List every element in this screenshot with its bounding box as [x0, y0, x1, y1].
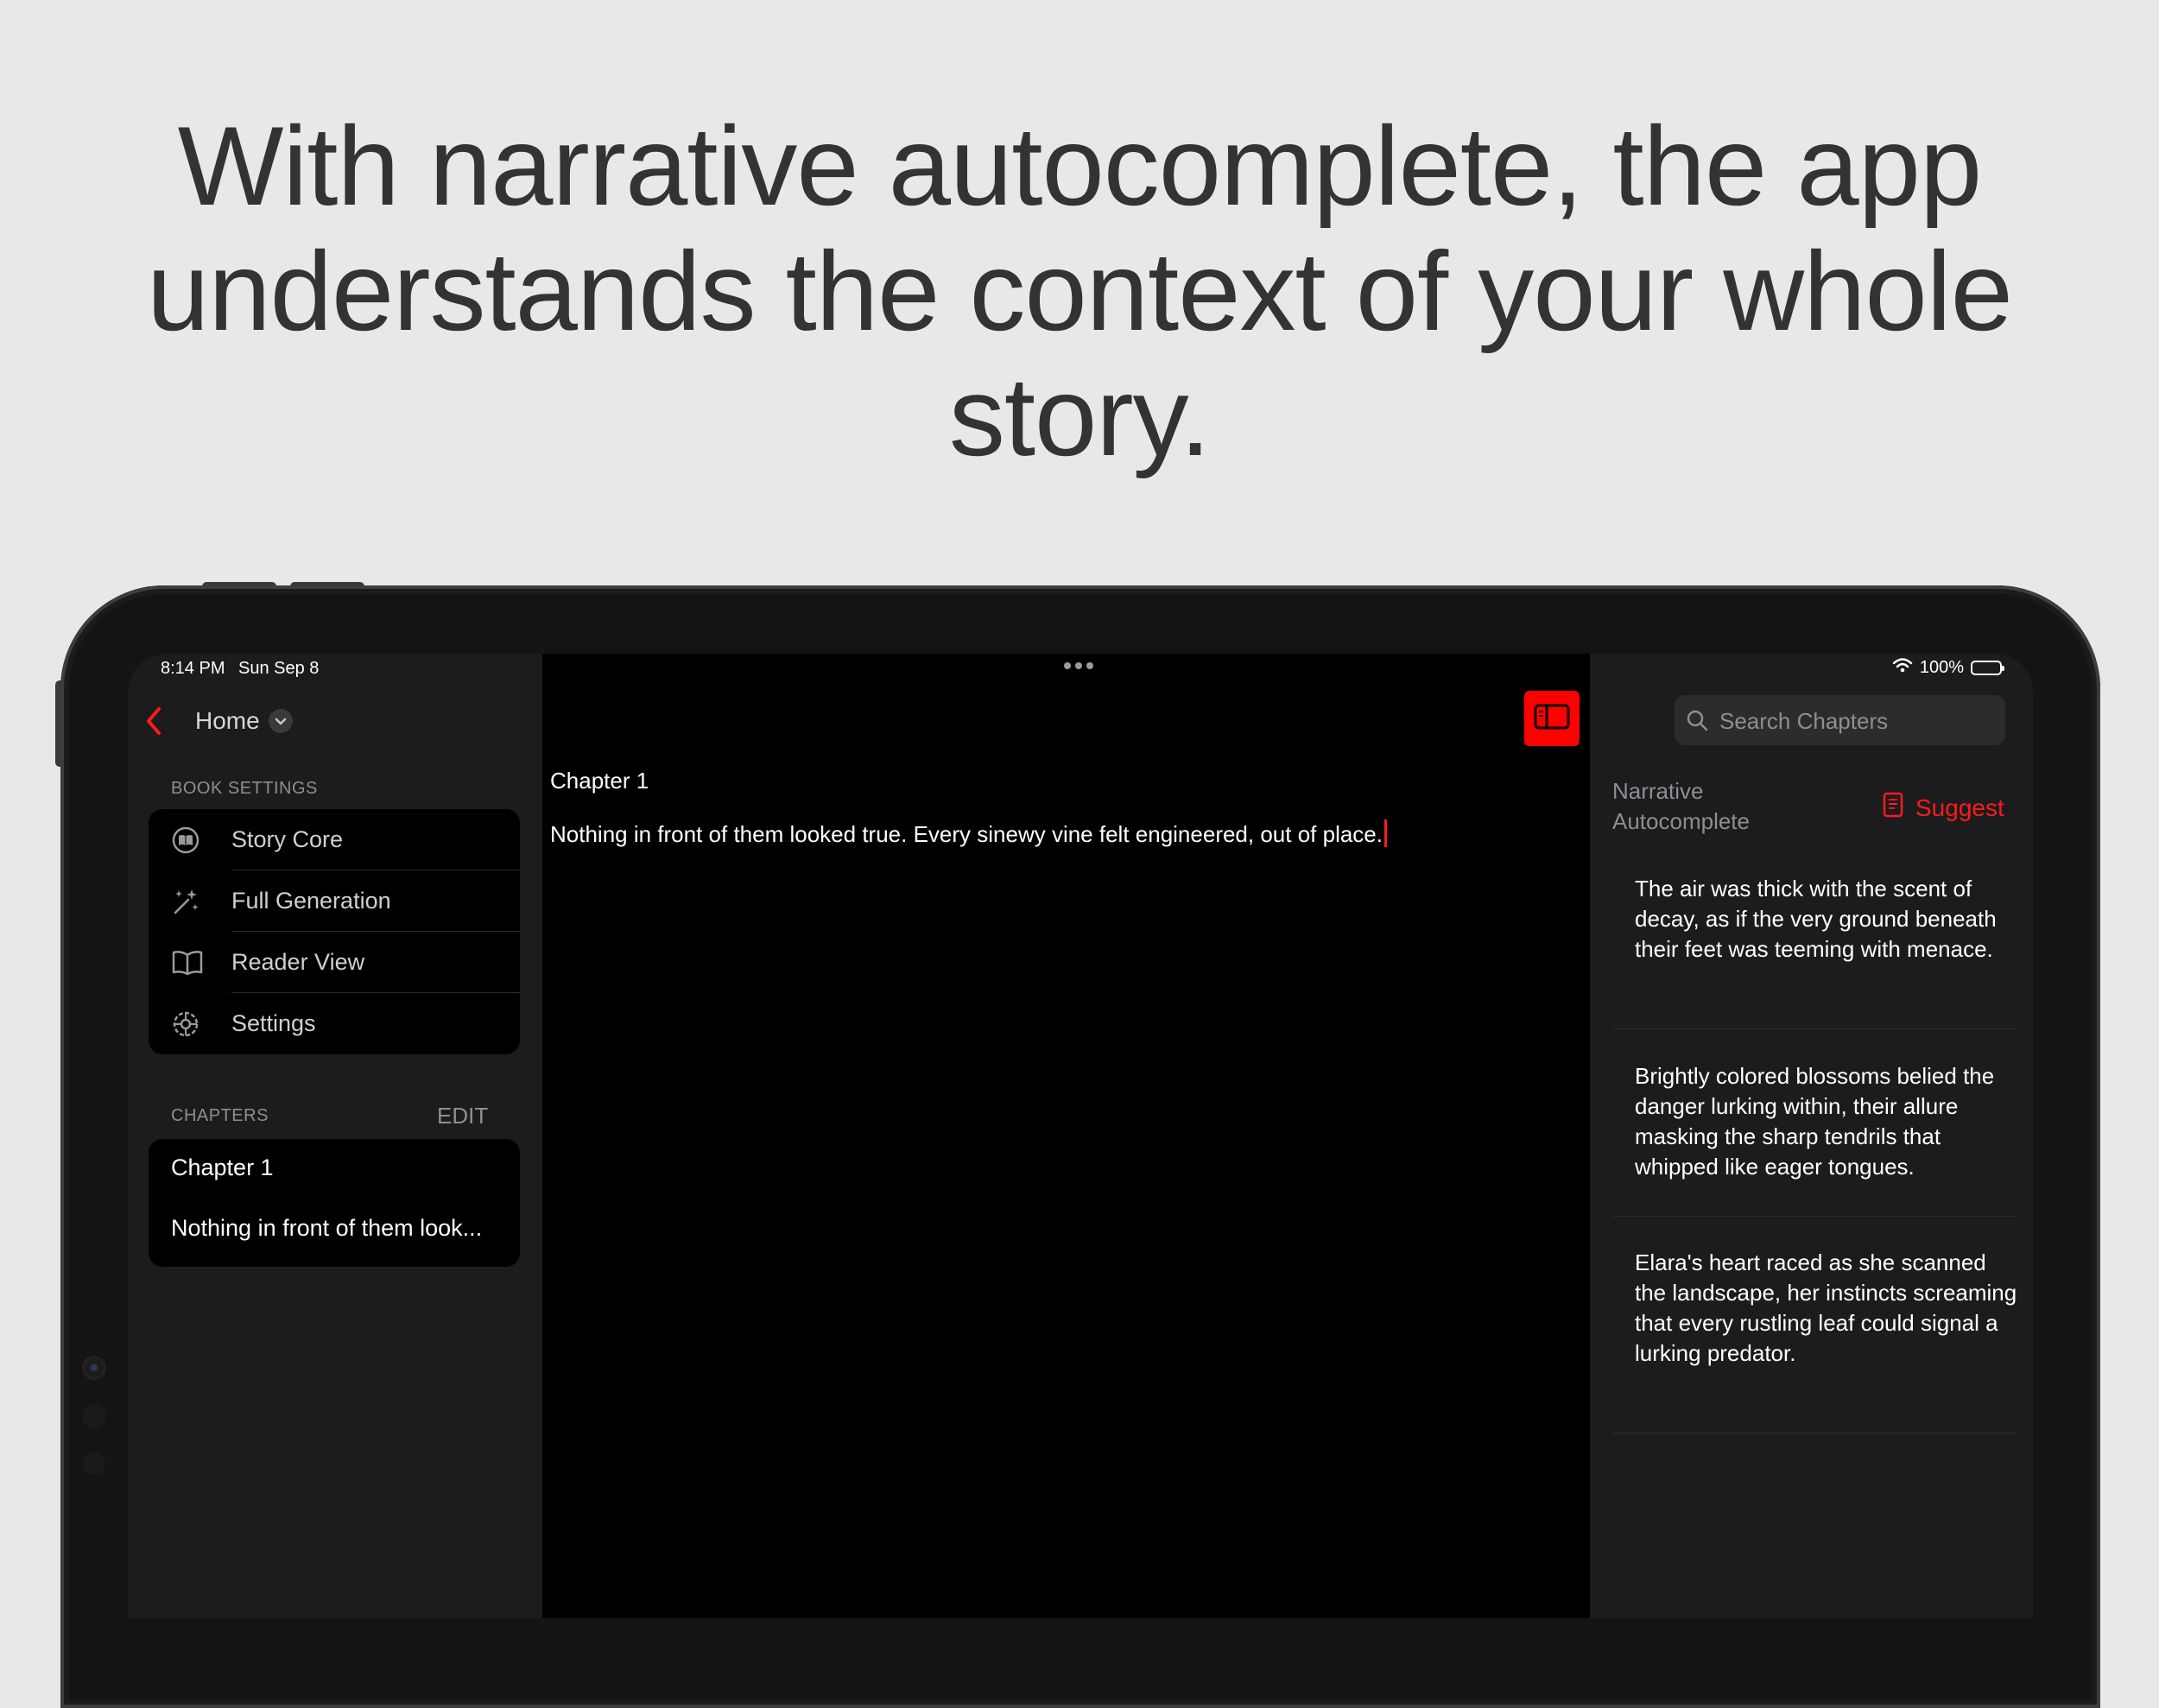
sidebar-item-label: Story Core — [231, 826, 344, 852]
suggestion-text: Elara's heart raced as she scanned the l… — [1635, 1249, 2017, 1366]
status-time: 8:14 PM — [161, 659, 225, 678]
sensor-dot — [83, 1452, 105, 1475]
suggestion-item[interactable]: Elara's heart raced as she scanned the l… — [1612, 1248, 2018, 1433]
book-settings-group: Story Core Full Generation Reader View S… — [149, 809, 520, 1054]
editor-chapter-title[interactable]: Chapter 1 — [550, 768, 649, 794]
battery-percent: 100% — [1919, 657, 1964, 677]
suggest-button[interactable]: Suggest — [1883, 792, 2004, 824]
search-icon — [1685, 708, 1709, 732]
headline: With narrative autocomplete, the app und… — [86, 104, 2073, 479]
section-label-chapters: CHAPTERS — [171, 1106, 269, 1125]
sidebar: 8:14 PM Sun Sep 8 Home BOOK SETTINGS Sto… — [128, 654, 542, 1618]
editor-text-area[interactable]: Nothing in front of them looked true. Ev… — [550, 819, 1387, 848]
sidebar-item-label: Reader View — [231, 949, 365, 975]
chapter-list-item[interactable]: Chapter 1 Nothing in front of them look.… — [149, 1139, 520, 1267]
gear-icon — [171, 1009, 200, 1039]
headline-line-1: With narrative autocomplete, the app — [177, 103, 1983, 229]
suggestion-item[interactable]: The air was thick with the scent of deca… — [1612, 874, 2018, 1029]
sensor-dot — [82, 1404, 106, 1428]
magic-wand-icon — [171, 887, 200, 916]
battery-icon — [1971, 660, 2004, 675]
sidebar-item-settings[interactable]: Settings — [149, 993, 520, 1054]
text-cursor — [1384, 819, 1387, 847]
camera-icon — [85, 1358, 104, 1377]
back-chevron-icon[interactable] — [142, 704, 168, 738]
divider — [1612, 1216, 2018, 1217]
headline-line-3: story. — [948, 353, 1211, 479]
tablet-screen: 8:14 PM Sun Sep 8 Home BOOK SETTINGS Sto… — [128, 654, 2033, 1618]
nav-title-home[interactable]: Home — [195, 707, 260, 735]
search-chapters-field[interactable] — [1675, 695, 2005, 747]
suggestion-text: The air was thick with the scent of deca… — [1635, 876, 1997, 962]
search-input[interactable] — [1718, 695, 1998, 747]
suggestion-item[interactable]: Brightly colored blossoms belied the dan… — [1612, 1061, 2018, 1217]
edit-button[interactable]: EDIT — [437, 1103, 488, 1129]
suggestion-text: Brightly colored blossoms belied the dan… — [1635, 1063, 1995, 1180]
chapter-preview: Nothing in front of them look... — [171, 1215, 483, 1241]
sidebar-toggle-button[interactable] — [1524, 691, 1580, 746]
wifi-icon — [1892, 657, 1913, 678]
sidebar-toggle-icon — [1533, 703, 1571, 735]
sidebar-item-story-core[interactable]: Story Core — [149, 809, 520, 870]
book-circle-icon — [171, 826, 200, 855]
multitasking-dots-icon[interactable] — [1064, 662, 1093, 669]
editor-text: Nothing in front of them looked true. Ev… — [550, 821, 1383, 847]
chevron-down-icon[interactable] — [269, 709, 293, 733]
divider — [1612, 1028, 2018, 1029]
sidebar-item-label: Settings — [231, 1010, 316, 1036]
suggest-label: Suggest — [1915, 794, 2004, 821]
chapter-title: Chapter 1 — [171, 1154, 274, 1180]
sidebar-item-label: Full Generation — [231, 888, 391, 914]
document-icon — [1883, 792, 1903, 824]
panel-title: Narrative Autocomplete — [1612, 778, 1750, 834]
open-book-icon — [171, 948, 203, 977]
headline-line-2: understands the context of your whole — [147, 228, 2013, 354]
section-label-book-settings: BOOK SETTINGS — [171, 779, 318, 798]
status-date: Sun Sep 8 — [238, 659, 320, 678]
sidebar-item-reader-view[interactable]: Reader View — [149, 932, 520, 993]
status-indicators: 100% — [1892, 657, 2004, 678]
sidebar-item-full-generation[interactable]: Full Generation — [149, 870, 520, 932]
